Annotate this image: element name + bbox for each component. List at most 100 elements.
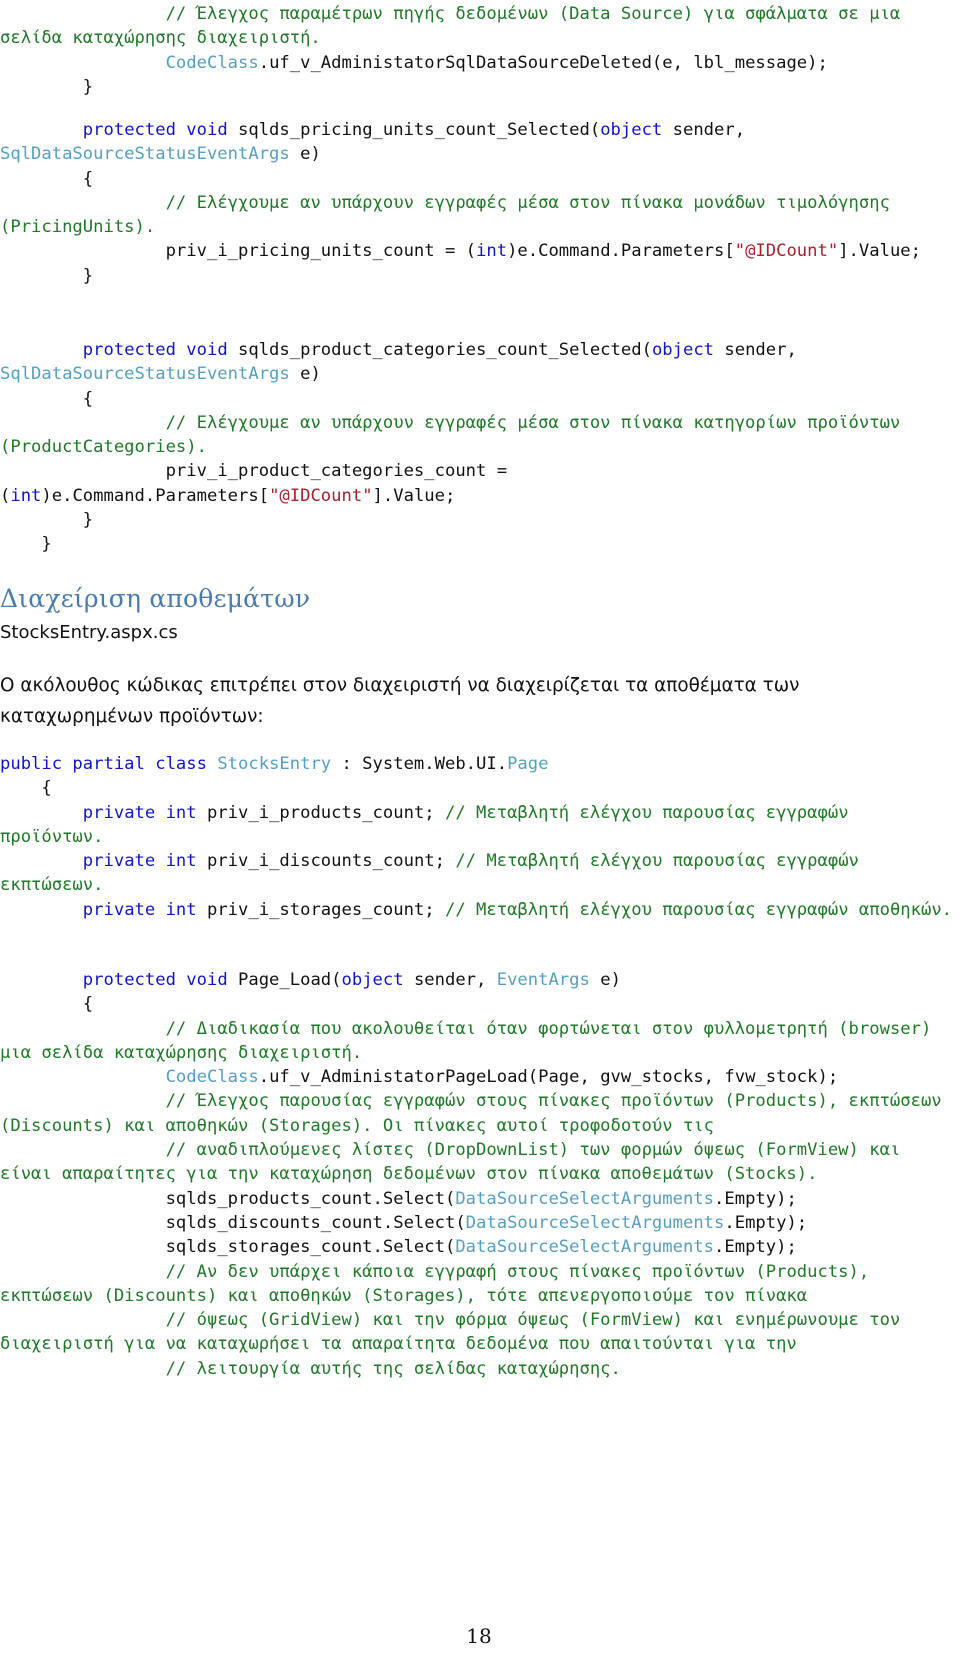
code-token-keyword: protected void	[82, 970, 239, 990]
code-token-keyword: private int	[82, 899, 207, 920]
code-token-plain: {	[41, 778, 52, 799]
code-line: // Έλεγχος παρουσίας εγγραφών στους πίνα…	[0, 1089, 958, 1138]
code-block-product-categories-count-selected: protected void sqlds_product_categories_…	[0, 338, 958, 557]
code-block-sqldatasource-deleted: // Έλεγχος παραμέτρων πηγής δεδομένων (D…	[0, 2, 958, 99]
code-token-plain: {	[82, 168, 94, 189]
code-line: private int priv_i_storages_count; // Με…	[0, 898, 958, 922]
code-line: sqlds_products_count.Select(DataSourceSe…	[0, 1187, 958, 1211]
code-token-plain: e)	[589, 970, 621, 990]
code-lines: protected void sqlds_pricing_units_count…	[0, 118, 958, 288]
code-token-plain: }	[82, 510, 94, 531]
code-token-plain: .Empty);	[714, 1188, 797, 1209]
code-line: protected void sqlds_product_categories_…	[0, 338, 958, 387]
code-line: sqlds_storages_count.Select(DataSourceSe…	[0, 1235, 958, 1259]
code-token-plain: sqlds_product_categories_count_Selected(	[238, 340, 652, 360]
code-line: sqlds_discounts_count.Select(DataSourceS…	[0, 1211, 958, 1235]
code-line: // Έλεγχος παραμέτρων πηγής δεδομένων (D…	[0, 2, 958, 51]
code-line: // Αν δεν υπάρχει κάποια εγγραφή στους π…	[0, 1260, 958, 1309]
code-token-plain: {	[82, 388, 94, 409]
code-line: // Διαδικασία που ακολουθείται όταν φορτ…	[0, 1017, 958, 1066]
code-line: CodeClass.uf_v_AdministatorPageLoad(Page…	[0, 1065, 958, 1089]
code-token-comment: // Μεταβλητή ελέγχου παρουσίας εγγραφών …	[444, 899, 953, 920]
code-block-page-load: protected void Page_Load(object sender, …	[0, 968, 958, 1381]
code-line: }	[0, 508, 958, 532]
code-token-type: DataSourceSelectArguments	[455, 1188, 715, 1209]
code-token-string: "@IDCount"	[269, 485, 373, 506]
code-lines: protected void sqlds_product_categories_…	[0, 338, 958, 557]
code-line: // Ελέγχουμε αν υπάρχουν εγγραφές μέσα σ…	[0, 191, 958, 240]
code-line: {	[0, 167, 958, 191]
code-token-type: StocksEntry	[217, 754, 332, 774]
code-token-keyword: protected void	[82, 120, 239, 140]
source-file-name: StocksEntry.aspx.cs	[0, 622, 178, 643]
code-line: private int priv_i_products_count; // Με…	[0, 801, 958, 850]
code-token-plain: }	[82, 265, 94, 286]
code-token-plain: sender,	[714, 340, 808, 360]
code-token-plain: priv_i_discounts_count;	[206, 851, 456, 872]
code-token-plain: .Empty);	[714, 1237, 797, 1258]
code-token-plain: sqlds_storages_count.Select(	[165, 1237, 456, 1258]
code-line: }	[0, 264, 958, 288]
code-lines: protected void Page_Load(object sender, …	[0, 968, 958, 1381]
code-token-keyword: object	[651, 340, 715, 360]
code-token-keyword: object	[600, 120, 663, 140]
code-token-keyword: object	[341, 970, 404, 990]
code-line: public partial class StocksEntry : Syste…	[0, 752, 958, 776]
code-token-type: CodeClass	[165, 52, 259, 73]
code-token-type: DataSourceSelectArguments	[465, 1212, 725, 1233]
code-token-string: "@IDCount"	[734, 241, 839, 262]
code-token-plain: sqlds_discounts_count.Select(	[165, 1212, 466, 1233]
code-token-keyword: protected void	[82, 340, 239, 360]
code-line: {	[0, 387, 958, 411]
code-token-plain: e)	[289, 144, 321, 165]
code-token-plain: Page_Load(	[238, 970, 342, 990]
code-token-type: EventArgs	[496, 970, 590, 990]
code-line: {	[0, 776, 958, 800]
code-token-type: Page	[507, 754, 549, 774]
code-token-plain: }	[82, 76, 94, 97]
code-line: protected void sqlds_pricing_units_count…	[0, 118, 958, 167]
code-line: // όψεως (GridView) και την φόρμα όψεως …	[0, 1308, 958, 1357]
code-token-type: CodeClass	[165, 1067, 259, 1088]
code-token-plain: {	[82, 994, 94, 1015]
code-line: private int priv_i_discounts_count; // Μ…	[0, 849, 958, 898]
code-token-keyword: int	[476, 241, 508, 262]
code-line: protected void Page_Load(object sender, …	[0, 968, 958, 992]
code-token-comment: // λειτουργία αυτής της σελίδας καταχώρη…	[165, 1358, 621, 1379]
code-token-keyword: int	[10, 485, 42, 506]
section-intro-paragraph: Ο ακόλουθος κώδικας επιτρέπει στον διαχε…	[0, 675, 800, 727]
code-line: }	[0, 75, 958, 99]
code-line: CodeClass.uf_v_AdministatorSqlDataSource…	[0, 51, 958, 75]
code-block-pricing-units-count-selected: protected void sqlds_pricing_units_count…	[0, 118, 958, 288]
code-token-plain: sender,	[662, 120, 756, 140]
code-token-plain: .uf_v_AdministatorSqlDataSourceDeleted(e…	[258, 52, 828, 73]
code-line: }	[0, 532, 958, 556]
code-token-plain: : System.Web.UI.	[331, 754, 508, 774]
code-line: priv_i_pricing_units_count = (int)e.Comm…	[0, 239, 958, 263]
